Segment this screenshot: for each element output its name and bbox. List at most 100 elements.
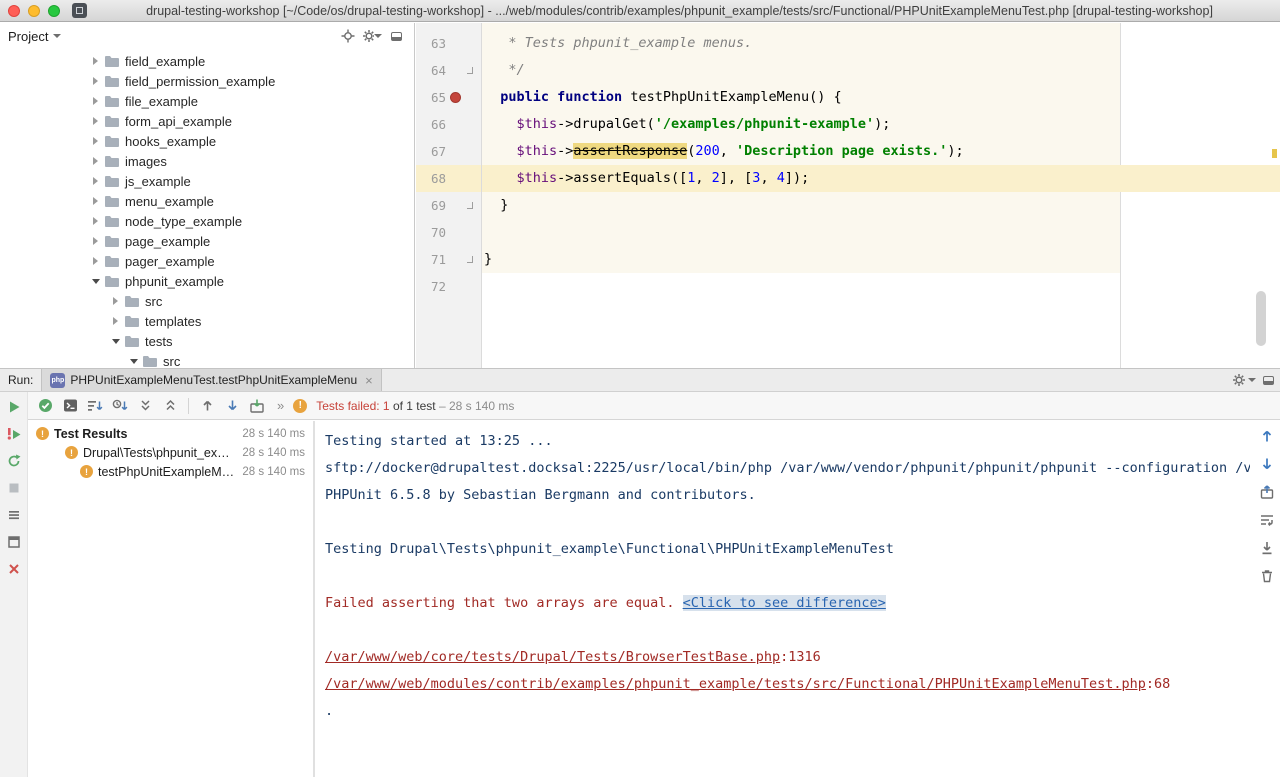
tree-item-form-api-example[interactable]: form_api_example [0,111,414,131]
chevron-right-icon[interactable] [90,137,101,145]
next-failed-test-button[interactable] [221,395,243,417]
more-actions-button[interactable]: » [271,398,290,413]
collapse-all-button[interactable] [159,395,181,417]
chevron-right-icon[interactable] [90,77,101,85]
tree-item-hooks-example[interactable]: hooks_example [0,131,414,151]
export-test-results-button[interactable] [1258,483,1276,501]
code-line-72[interactable] [482,273,1280,300]
test-method-label: testPhpUnitExampleMenu [98,465,234,479]
chevron-down-icon[interactable] [110,339,121,344]
chevron-right-icon[interactable] [90,237,101,245]
code-line-66[interactable]: $this->drupalGet('/examples/phpunit-exam… [482,111,1280,138]
folder-icon [104,94,120,108]
chevron-right-icon[interactable] [90,197,101,205]
up-the-stack-trace-button[interactable] [1258,427,1276,445]
code-area[interactable]: * Tests phpunit_example menus. */ public… [482,23,1280,368]
fold-marker-icon[interactable] [467,67,473,74]
code-number: 2 [712,170,720,186]
stop-button[interactable] [2,476,26,500]
code-line-71[interactable]: } [482,246,1280,273]
see-difference-link[interactable]: <Click to see difference> [683,595,886,611]
test-method-row[interactable]: ! testPhpUnitExampleMenu 28 s 140 ms [28,462,313,481]
tree-item-pager-example[interactable]: pager_example [0,251,414,271]
list-icon [6,507,22,523]
chevron-right-icon[interactable] [90,157,101,165]
rerun-failed-tests-button[interactable] [2,422,26,446]
close-tab-icon[interactable]: × [365,373,373,388]
scroll-to-end-button[interactable] [1258,539,1276,557]
chevron-down-icon[interactable] [90,279,101,284]
terminal-icon [63,398,78,413]
zoom-window-button[interactable] [48,5,60,17]
chevron-right-icon[interactable] [90,177,101,185]
code-line-69[interactable]: } [482,192,1280,219]
tree-item-file-example[interactable]: file_example [0,91,414,111]
chevron-right-icon[interactable] [90,117,101,125]
tree-item-node-type-example[interactable]: node_type_example [0,211,414,231]
file-link[interactable]: /var/www/web/modules/contrib/examples/ph… [325,676,1146,692]
tree-item-images[interactable]: images [0,151,414,171]
chevron-right-icon[interactable] [90,257,101,265]
toggle-auto-test-button[interactable] [2,449,26,473]
use-soft-wraps-button[interactable] [1258,511,1276,529]
chevron-right-icon[interactable] [90,217,101,225]
project-view-selector[interactable]: Project [8,29,61,44]
editor-scrollbar-thumb[interactable] [1256,291,1266,346]
tree-item-tests-src[interactable]: src [0,351,414,368]
gutter-line: 70 [416,219,481,246]
chevron-down-icon[interactable] [128,359,139,364]
tree-item-tests[interactable]: tests [0,331,414,351]
line-number-ref: :1316 [780,649,821,665]
previous-failed-test-button[interactable] [196,395,218,417]
restore-layout-button[interactable] [2,530,26,554]
chevron-right-icon[interactable] [110,297,121,305]
tree-item-templates[interactable]: templates [0,311,414,331]
run-settings-button[interactable] [1232,369,1256,391]
code-line-65[interactable]: public function testPhpUnitExampleMenu()… [482,84,1280,111]
show-passed-button[interactable] [34,395,56,417]
expand-all-button[interactable] [134,395,156,417]
warning-stripe-mark[interactable] [1272,149,1277,158]
close-window-button[interactable] [8,5,20,17]
failed-test-gutter-icon[interactable] [450,92,461,103]
hide-project-panel-button[interactable] [386,26,406,46]
code-line-70[interactable] [482,219,1280,246]
down-the-stack-trace-button[interactable] [1258,455,1276,473]
rerun-button[interactable] [2,395,26,419]
clear-all-button[interactable] [1258,567,1276,585]
editor[interactable]: 63 64 65 66 67 68 69 70 71 72 * Tests ph… [416,23,1280,368]
project-settings-button[interactable] [362,26,382,46]
sort-by-duration-button[interactable] [109,395,131,417]
scroll-from-source-button[interactable] [338,26,358,46]
tree-item-field-example[interactable]: field_example [0,51,414,71]
test-results-root-row[interactable]: ! Test Results 28 s 140 ms [28,424,313,443]
code-line-67[interactable]: $this->assertResponse(200, 'Description … [482,138,1280,165]
minimize-window-button[interactable] [28,5,40,17]
tree-item-field-permission-example[interactable]: field_permission_example [0,71,414,91]
editor-gutter[interactable]: 63 64 65 66 67 68 69 70 71 72 [416,23,482,368]
code-line-68-current[interactable]: $this->assertEquals([1, 2], [3, 4]); [482,165,1280,192]
fold-marker-icon[interactable] [467,202,473,209]
tree-item-js-example[interactable]: js_example [0,171,414,191]
test-console-output[interactable]: Testing started at 13:25 ... sftp://dock… [315,421,1280,777]
file-link[interactable]: /var/www/web/core/tests/Drupal/Tests/Bro… [325,649,780,665]
chevron-right-icon[interactable] [110,317,121,325]
tree-item-menu-example[interactable]: menu_example [0,191,414,211]
import-test-results-button[interactable] [246,395,268,417]
close-run-panel-button[interactable] [2,557,26,581]
tree-item-page-example[interactable]: page_example [0,231,414,251]
test-history-button[interactable] [2,503,26,527]
tree-item-src[interactable]: src [0,291,414,311]
code-line-63[interactable]: * Tests phpunit_example menus. [482,30,1280,57]
fold-marker-icon[interactable] [467,256,473,263]
code-line-64[interactable]: */ [482,57,1280,84]
sort-alphabetically-button[interactable] [84,395,106,417]
tree-item-phpunit-example[interactable]: phpunit_example [0,271,414,291]
show-ignored-button[interactable] [59,395,81,417]
chevron-right-icon[interactable] [90,97,101,105]
run-tab[interactable]: php PHPUnitExampleMenuTest.testPhpUnitEx… [41,369,381,391]
console-blank-line [325,563,1250,590]
test-suite-row[interactable]: ! Drupal\Tests\phpunit_example\Functiona… [28,443,313,462]
hide-run-panel-button[interactable] [1256,369,1280,391]
chevron-right-icon[interactable] [90,57,101,65]
